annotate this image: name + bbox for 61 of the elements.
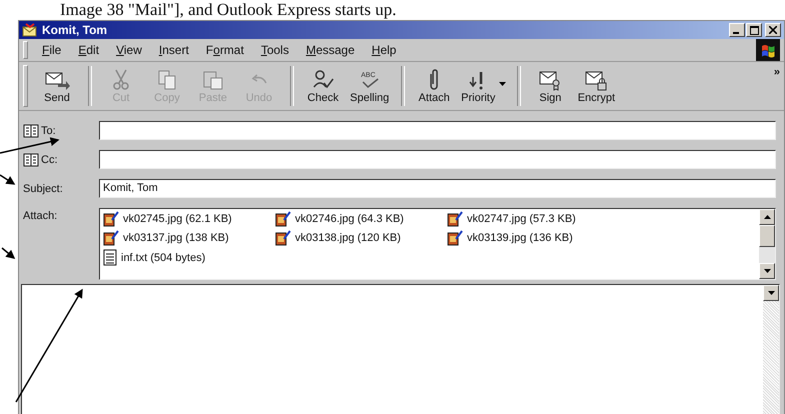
image-file-icon — [103, 230, 119, 246]
window-title: Komit, Tom — [42, 23, 108, 37]
envelope-icon — [22, 23, 38, 37]
toolbar-button[interactable]: Attach — [411, 66, 458, 106]
toolbar-button[interactable]: Priority — [457, 66, 510, 106]
message-body-field[interactable] — [21, 284, 780, 414]
attachment-item[interactable]: vk02747.jpg (57.3 KB) — [447, 211, 619, 227]
image-file-icon — [447, 230, 463, 246]
maximize-button[interactable] — [746, 23, 762, 37]
close-button[interactable] — [765, 23, 781, 37]
attachment-item[interactable]: vk03138.jpg (120 KB) — [275, 230, 447, 246]
envelope-lock-icon — [584, 69, 608, 91]
caption-text: Image 38 "Mail"], and Outlook Express starts up. — [59, 0, 398, 20]
minimize-button[interactable] — [729, 23, 745, 37]
text-file-icon — [103, 249, 117, 266]
address-book-icon — [23, 124, 39, 138]
input-field[interactable] — [99, 121, 776, 140]
input-field[interactable] — [99, 150, 776, 169]
field-label: Attach: — [23, 210, 58, 222]
field-label: To: — [41, 124, 56, 136]
menu-item[interactable]: Message — [306, 43, 355, 57]
windows-logo-icon — [756, 39, 780, 61]
more-button[interactable]: » — [774, 66, 780, 78]
attachment-list[interactable]: vk02745.jpg (62.1 KB) vk02746.jpg (64.3 KB) vk02747.jpg (57.3 KB) vk03137.jpg (138 KB) vk03138.jpg (120 KB) vk03139.jpg (136 KB) inf.txt (504 bytes) — [99, 208, 776, 280]
toolbar-button[interactable]: Send — [34, 66, 80, 106]
image-file-icon — [275, 230, 291, 246]
menu-item[interactable]: Help — [372, 43, 396, 57]
menu-item[interactable]: Tools — [260, 43, 289, 57]
copy-icon — [157, 69, 177, 91]
menu-item[interactable]: View — [116, 43, 142, 57]
paste-icon — [202, 69, 224, 91]
toolbar-button[interactable]: Encrypt — [573, 66, 620, 106]
menu-item[interactable]: Edit — [78, 43, 100, 57]
close-icon — [769, 26, 777, 34]
toolbar-button[interactable]: Sign — [527, 66, 574, 106]
envelope-ribbon-icon — [538, 69, 562, 91]
attachment-item[interactable]: vk02745.jpg (62.1 KB) — [103, 211, 275, 227]
image-file-icon — [447, 211, 463, 227]
annotation-arrow — [2, 247, 16, 259]
menu-item[interactable]: File — [42, 43, 62, 57]
menu-item[interactable]: Insert — [158, 43, 189, 57]
annotation-arrow — [0, 137, 60, 154]
attachment-item[interactable]: vk03137.jpg (138 KB) — [103, 230, 275, 246]
menu-item[interactable]: Format — [206, 43, 244, 57]
toolbar-button[interactable]: Check — [300, 66, 346, 106]
input-field[interactable]: Komit, Tom — [99, 179, 776, 198]
field-label: Cc: — [41, 154, 58, 166]
field-label: Subject: — [23, 182, 63, 194]
annotation-arrow — [0, 174, 16, 185]
person-check-icon — [312, 69, 334, 91]
scroll-bar[interactable] — [763, 285, 779, 414]
image-file-icon — [275, 211, 291, 227]
maximize-icon — [750, 26, 758, 34]
image-file-icon — [103, 211, 119, 227]
scissors-icon — [111, 69, 131, 91]
address-book-icon — [23, 152, 39, 166]
attachment-item[interactable]: vk03139.jpg (136 KB) — [447, 230, 619, 246]
attachment-item[interactable]: vk02746.jpg (64.3 KB) — [275, 211, 447, 227]
envelope-arrow-icon — [44, 70, 70, 90]
scroll-bar[interactable] — [759, 209, 775, 279]
attachment-item[interactable]: inf.txt (504 bytes) — [103, 249, 275, 266]
